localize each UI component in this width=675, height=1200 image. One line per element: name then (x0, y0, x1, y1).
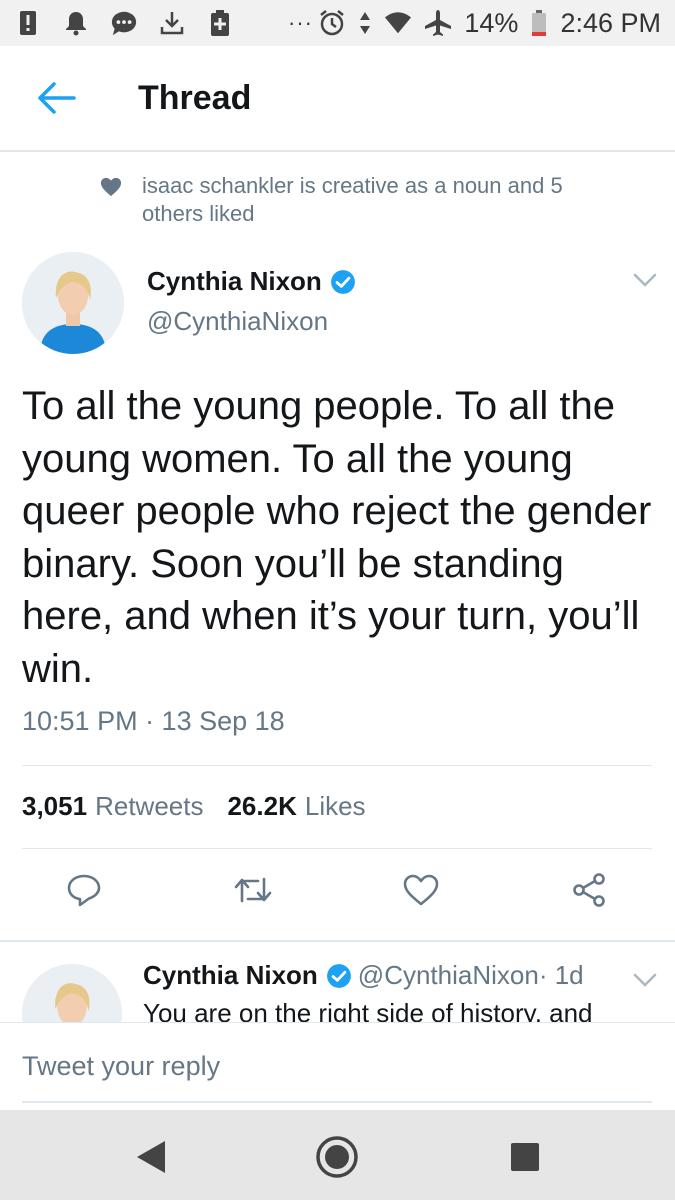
reply-icon (67, 874, 101, 907)
square-recents-icon (511, 1143, 539, 1171)
avatar-photo (22, 964, 122, 1022)
divider (22, 848, 652, 849)
reply-button[interactable] (64, 870, 104, 910)
avatar-photo (22, 252, 124, 354)
battery-saver-icon (206, 9, 234, 37)
reply-tweet[interactable]: Cynthia Nixon @CynthiaNixon · 1d You are… (0, 942, 675, 1022)
author-name: Cynthia Nixon (147, 266, 322, 296)
social-context-text: isaac schankler is creative as a noun an… (142, 173, 563, 226)
author[interactable]: Cynthia Nixon (147, 266, 356, 297)
like-button[interactable] (401, 870, 441, 910)
likes-count[interactable]: 26.2K (227, 791, 296, 822)
alarm-icon (318, 9, 346, 37)
verified-badge-icon (326, 963, 351, 988)
chat-bubble-icon (110, 9, 138, 37)
reply-composer (0, 1022, 675, 1110)
heart-icon (100, 177, 122, 197)
retweets-label[interactable]: Retweets (95, 791, 203, 822)
airplane-mode-icon (424, 9, 452, 37)
download-icon (158, 9, 186, 37)
status-bar: ··· 14% 2:46 PM (0, 0, 675, 46)
social-context[interactable]: isaac schankler is creative as a noun an… (100, 172, 620, 228)
divider (22, 765, 652, 766)
retweet-button[interactable] (233, 870, 273, 910)
notification-icons: ··· (14, 9, 313, 37)
tweet-text: To all the young people. To all the youn… (22, 384, 652, 691)
data-arrows-icon (358, 9, 372, 37)
back-button[interactable] (26, 68, 86, 128)
more-notifications-icon: ··· (288, 10, 313, 35)
system-icons: 14% 2:46 PM (318, 8, 661, 39)
input-underline (22, 1101, 652, 1103)
navigation-bar (0, 1110, 675, 1200)
reply-handle[interactable]: @CynthiaNixon (358, 960, 539, 991)
share-icon (573, 873, 605, 907)
likes-label[interactable]: Likes (305, 791, 366, 822)
reply-text: You are on the right side of history, an… (143, 998, 593, 1022)
tweet-timestamp: 10:51 PM · 13 Sep 18 (22, 706, 285, 736)
tweet-actions (0, 870, 675, 920)
verified-badge-icon (330, 269, 355, 294)
app-header: Thread (0, 46, 675, 152)
tweet-stats: 3,051 Retweets 26.2K Likes (22, 791, 382, 822)
nav-home-button[interactable] (315, 1135, 359, 1179)
page-title: Thread (138, 78, 252, 117)
author-handle[interactable]: @CynthiaNixon (147, 306, 328, 337)
reply-menu-button[interactable] (630, 970, 660, 990)
reply-input[interactable] (22, 1051, 652, 1082)
reply-author-name[interactable]: Cynthia Nixon (143, 960, 318, 991)
nav-back-button[interactable] (128, 1135, 172, 1179)
clock: 2:46 PM (560, 7, 661, 38)
battery-percent: 14% (464, 7, 519, 38)
tweet-menu-button[interactable] (630, 270, 660, 290)
avatar[interactable] (22, 252, 124, 354)
share-button[interactable] (569, 870, 609, 910)
bell-icon (62, 9, 90, 37)
heart-outline-icon (403, 874, 439, 906)
reply-header: Cynthia Nixon @CynthiaNixon · 1d (143, 960, 584, 991)
reply-time: · 1d (538, 960, 584, 990)
alert-icon (14, 9, 42, 37)
battery-low-icon (530, 9, 548, 37)
retweet-icon (234, 877, 272, 903)
triangle-back-icon (137, 1141, 165, 1173)
reply-avatar[interactable] (22, 964, 122, 1022)
chevron-down-icon (633, 973, 657, 987)
circle-home-icon (316, 1136, 358, 1178)
nav-recents-button[interactable] (503, 1135, 547, 1179)
wifi-icon (384, 9, 412, 37)
chevron-down-icon (633, 273, 657, 287)
back-arrow-icon (38, 82, 76, 114)
retweets-count[interactable]: 3,051 (22, 791, 87, 822)
